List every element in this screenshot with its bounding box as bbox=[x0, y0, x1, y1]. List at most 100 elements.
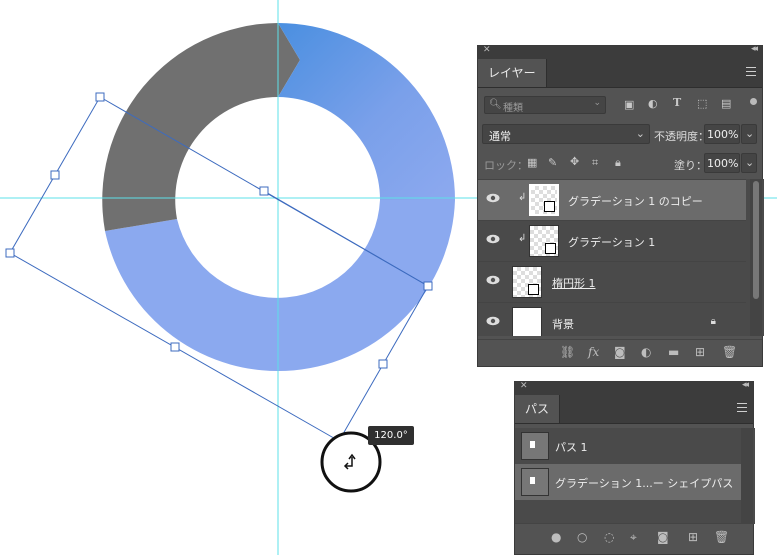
layer-name[interactable]: 楕円形 1 bbox=[552, 275, 596, 291]
chevron-down-icon: ⌄ bbox=[635, 127, 645, 140]
paths-panel: ✕ ◂◂ パス パス 1 グラデーション 1...ー シェイプパス ● ○ ◌ … bbox=[514, 380, 755, 555]
visibility-eye-icon[interactable] bbox=[486, 275, 500, 285]
filter-toggle-icon[interactable] bbox=[750, 98, 757, 105]
blend-row: 通常 ⌄ 不透明度： 100% ⌄ bbox=[478, 123, 762, 145]
smart-object-filter-icon[interactable]: ▤ bbox=[721, 97, 731, 110]
layer-row[interactable]: ↲ グラデーション 1 bbox=[478, 220, 746, 261]
paths-footer: ● ○ ◌ ⌖ ◙ ⊞ 🗑︎ bbox=[515, 523, 753, 554]
tab-paths[interactable]: パス bbox=[515, 395, 561, 423]
layers-footer: ⛓︎ fx ◙ ◐ ▬ ⊞ 🗑︎ bbox=[478, 339, 762, 366]
path-row[interactable]: グラデーション 1...ー シェイプパス bbox=[515, 464, 741, 500]
opacity-dropdown[interactable]: ⌄ bbox=[741, 124, 757, 144]
layers-panel: ✕ ◂◂ レイヤー 🔍︎ 種類 ⌄ ▣ ◐ T ⬚ ▤ 通常 ⌄ 不透明度： 1… bbox=[477, 44, 764, 367]
panel-titlebar[interactable]: ✕ ◂◂ bbox=[478, 44, 762, 59]
lock-all-icon[interactable]: 🔒︎ bbox=[615, 156, 621, 170]
adjustment-icon[interactable]: ◐ bbox=[641, 345, 651, 359]
ring-segment-gray bbox=[102, 23, 300, 231]
layer-row[interactable]: ↲ グラデーション 1 のコピー bbox=[478, 179, 746, 220]
panel-menu-icon[interactable] bbox=[737, 403, 747, 412]
layers-tab-row: レイヤー bbox=[478, 59, 762, 88]
make-path-icon[interactable]: ⌖ bbox=[630, 530, 637, 545]
path-shape-icon bbox=[530, 441, 535, 448]
trash-icon[interactable]: 🗑︎ bbox=[722, 345, 737, 359]
fx-icon[interactable]: fx bbox=[588, 345, 599, 359]
stroke-path-icon[interactable]: ○ bbox=[577, 530, 587, 544]
link-icon[interactable]: ⛓︎ bbox=[560, 345, 575, 359]
lock-artboard-icon[interactable]: ⌗ bbox=[592, 156, 598, 170]
lock-row: ロック： ▦ ✎ ✥ ⌗ 🔒︎ 塗り： 100% ⌄ bbox=[478, 152, 762, 174]
transform-handle[interactable] bbox=[5, 248, 15, 258]
lock-label: ロック： bbox=[484, 159, 528, 172]
paths-scrollbar[interactable] bbox=[741, 428, 753, 524]
tab-layers[interactable]: レイヤー bbox=[478, 59, 547, 87]
transform-handle[interactable] bbox=[378, 359, 388, 369]
transform-handle[interactable] bbox=[259, 186, 269, 196]
layer-thumbnail bbox=[529, 225, 559, 257]
trash-icon[interactable]: 🗑︎ bbox=[714, 530, 729, 544]
shape-filter-icon[interactable]: ⬚ bbox=[697, 97, 707, 110]
visibility-eye-icon[interactable] bbox=[486, 234, 500, 244]
opacity-field[interactable]: 100% bbox=[704, 124, 740, 144]
fill-label: 塗り： bbox=[674, 159, 707, 172]
lock-icon: 🔒︎ bbox=[710, 316, 716, 327]
close-icon[interactable]: ✕ bbox=[520, 381, 528, 391]
new-path-icon[interactable]: ⊞ bbox=[688, 530, 698, 544]
new-layer-icon[interactable]: ⊞ bbox=[695, 345, 705, 359]
panel-menu-icon[interactable] bbox=[746, 67, 756, 76]
lock-transparency-icon[interactable]: ▦ bbox=[527, 156, 537, 169]
layer-name[interactable]: グラデーション 1 bbox=[568, 234, 655, 250]
layer-thumbnail bbox=[529, 184, 559, 216]
layers-list: ↲ グラデーション 1 のコピー ↲ グラデーション 1 楕円形 1 背景 🔒︎ bbox=[478, 179, 764, 336]
visibility-eye-icon[interactable] bbox=[486, 316, 500, 326]
opacity-label: 不透明度： bbox=[654, 130, 709, 143]
chevron-down-icon: ⌄ bbox=[593, 98, 601, 108]
mask-icon[interactable]: ◙ bbox=[657, 530, 669, 544]
layer-thumbnail bbox=[512, 266, 542, 298]
path-name[interactable]: パス 1 bbox=[555, 439, 588, 455]
layer-name[interactable]: 背景 bbox=[552, 316, 574, 332]
scrollbar-thumb[interactable] bbox=[753, 181, 759, 299]
collapse-icon[interactable]: ◂◂ bbox=[751, 44, 758, 54]
blend-mode-select[interactable]: 通常 ⌄ bbox=[482, 124, 650, 144]
layers-scrollbar[interactable] bbox=[750, 179, 762, 336]
mask-icon[interactable]: ◙ bbox=[614, 345, 626, 359]
layer-row[interactable]: 楕円形 1 bbox=[478, 261, 746, 302]
fill-path-icon[interactable]: ● bbox=[551, 530, 561, 544]
chevron-down-icon: ⌄ bbox=[745, 156, 755, 169]
path-row[interactable]: パス 1 bbox=[515, 428, 741, 464]
selection-icon[interactable]: ◌ bbox=[604, 530, 614, 544]
shape-icon bbox=[545, 243, 556, 254]
ring-segment-light-blue bbox=[105, 200, 455, 372]
shape-icon bbox=[544, 201, 555, 212]
chevron-down-icon: ⌄ bbox=[745, 127, 755, 140]
type-filter-icon[interactable]: T bbox=[673, 96, 681, 109]
layer-name[interactable]: グラデーション 1 のコピー bbox=[568, 193, 703, 209]
path-name[interactable]: グラデーション 1...ー シェイプパス bbox=[555, 475, 733, 491]
layer-filter-select[interactable]: 🔍︎ 種類 ⌄ bbox=[484, 96, 606, 114]
fill-value: 100% bbox=[707, 157, 739, 170]
clipping-arrow-icon: ↲ bbox=[518, 192, 527, 203]
visibility-eye-icon[interactable] bbox=[486, 193, 500, 203]
transform-handle[interactable] bbox=[95, 92, 105, 102]
shape-icon bbox=[528, 284, 539, 295]
transform-handle[interactable] bbox=[50, 170, 60, 180]
clipping-arrow-icon: ↲ bbox=[518, 233, 527, 244]
collapse-icon[interactable]: ◂◂ bbox=[742, 380, 749, 390]
ring-segment-blue bbox=[278, 23, 455, 200]
paths-list: パス 1 グラデーション 1...ー シェイプパス bbox=[515, 428, 755, 524]
folder-icon[interactable]: ▬ bbox=[668, 345, 679, 359]
transform-handle[interactable] bbox=[170, 342, 180, 352]
transform-handle[interactable] bbox=[423, 281, 433, 291]
lock-position-icon[interactable]: ✥ bbox=[570, 155, 579, 168]
close-icon[interactable]: ✕ bbox=[483, 45, 491, 55]
panel-titlebar[interactable]: ✕ ◂◂ bbox=[515, 380, 753, 395]
search-icon: 🔍︎ bbox=[489, 99, 502, 110]
image-filter-icon[interactable]: ▣ bbox=[624, 98, 634, 111]
fill-field[interactable]: 100% bbox=[704, 153, 740, 173]
filter-row: 🔍︎ 種類 ⌄ ▣ ◐ T ⬚ ▤ bbox=[478, 92, 762, 118]
adjustment-filter-icon[interactable]: ◐ bbox=[648, 97, 658, 110]
fill-dropdown[interactable]: ⌄ bbox=[741, 153, 757, 173]
lock-brush-icon[interactable]: ✎ bbox=[548, 156, 557, 169]
layer-row[interactable]: 背景 🔒︎ bbox=[478, 302, 746, 336]
blend-mode-value: 通常 bbox=[489, 130, 511, 143]
